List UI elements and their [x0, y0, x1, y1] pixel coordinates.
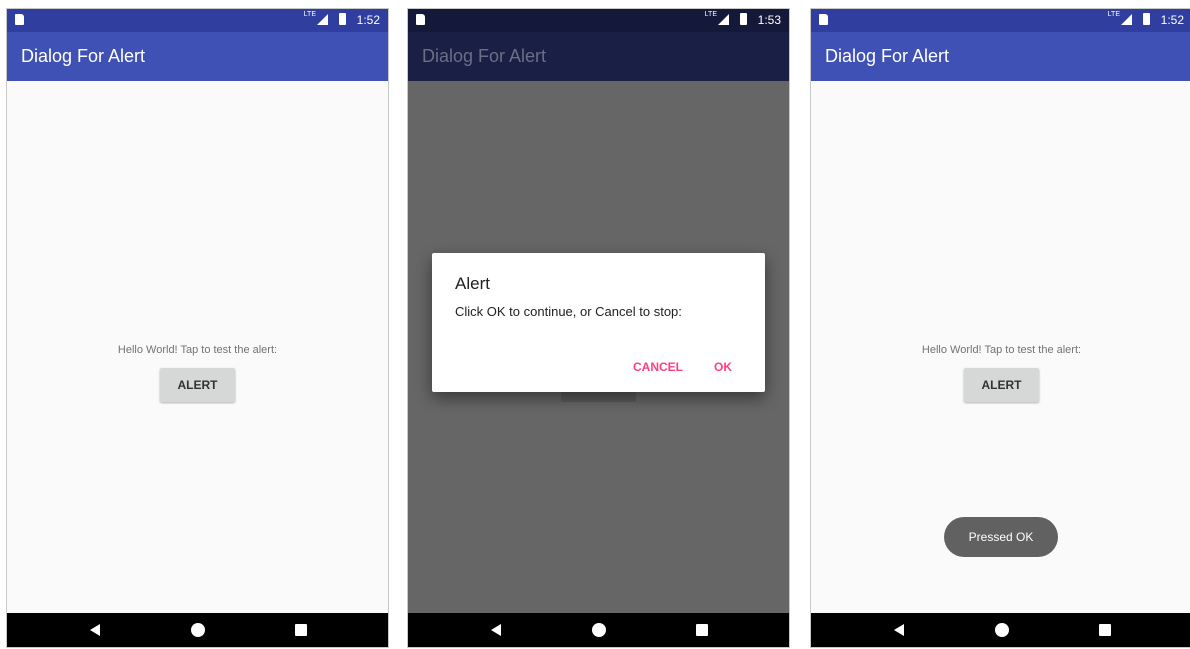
alert-button[interactable]: ALERT: [964, 368, 1039, 402]
battery-icon: [339, 13, 346, 25]
app-title: Dialog For Alert: [422, 46, 547, 66]
toast-message: Pressed OK: [944, 517, 1058, 557]
back-icon[interactable]: [90, 624, 100, 636]
signal-icon: [718, 14, 729, 25]
home-icon[interactable]: [592, 623, 606, 637]
phone-screen-toast: LTE 1:52 Dialog For Alert Hello World! T…: [810, 8, 1190, 648]
network-type-label: LTE: [303, 11, 316, 18]
recents-icon[interactable]: [1099, 624, 1111, 636]
home-icon[interactable]: [191, 623, 205, 637]
phone-screen-dialog: LTE 1:53 Dialog For Alert Alert Click OK…: [407, 8, 790, 648]
status-time: 1:52: [1160, 13, 1184, 27]
back-icon[interactable]: [491, 624, 501, 636]
battery-icon: [740, 13, 747, 25]
navigation-bar: [811, 613, 1190, 647]
app-title: Dialog For Alert: [21, 46, 146, 66]
home-icon[interactable]: [995, 623, 1009, 637]
dialog-message: Click OK to continue, or Cancel to stop:: [455, 304, 682, 319]
navigation-bar: [7, 613, 388, 647]
alert-dialog: Alert Click OK to continue, or Cancel to…: [432, 253, 765, 392]
status-time: 1:52: [356, 13, 380, 27]
app-bar: Dialog For Alert: [811, 32, 1190, 81]
app-title: Dialog For Alert: [825, 46, 950, 66]
phone-screen-initial: LTE 1:52 Dialog For Alert Hello World! T…: [6, 8, 389, 648]
app-bar: Dialog For Alert: [7, 32, 388, 81]
status-bar: LTE 1:52: [811, 9, 1190, 32]
back-icon[interactable]: [894, 624, 904, 636]
network-type-label: LTE: [704, 11, 717, 18]
recents-icon[interactable]: [696, 624, 708, 636]
sd-card-icon: [819, 14, 828, 25]
signal-icon: [1121, 14, 1132, 25]
sd-card-icon: [15, 14, 24, 25]
dialog-title: Alert: [455, 274, 490, 293]
status-time: 1:53: [757, 13, 781, 27]
navigation-bar: [408, 613, 789, 647]
sd-card-icon: [416, 14, 425, 25]
status-bar: LTE 1:52: [7, 9, 388, 32]
status-bar: LTE 1:53: [408, 9, 789, 32]
hello-text: Hello World! Tap to test the alert:: [921, 344, 1082, 356]
signal-icon: [317, 14, 328, 25]
battery-icon: [1143, 13, 1150, 25]
hello-text: Hello World! Tap to test the alert:: [117, 344, 278, 356]
cancel-button[interactable]: CANCEL: [633, 360, 683, 374]
network-type-label: LTE: [1107, 11, 1120, 18]
recents-icon[interactable]: [295, 624, 307, 636]
alert-button[interactable]: ALERT: [160, 368, 235, 402]
ok-button[interactable]: OK: [714, 360, 732, 374]
main-content: Hello World! Tap to test the alert: ALER…: [7, 81, 388, 615]
app-bar: Dialog For Alert: [408, 32, 789, 81]
